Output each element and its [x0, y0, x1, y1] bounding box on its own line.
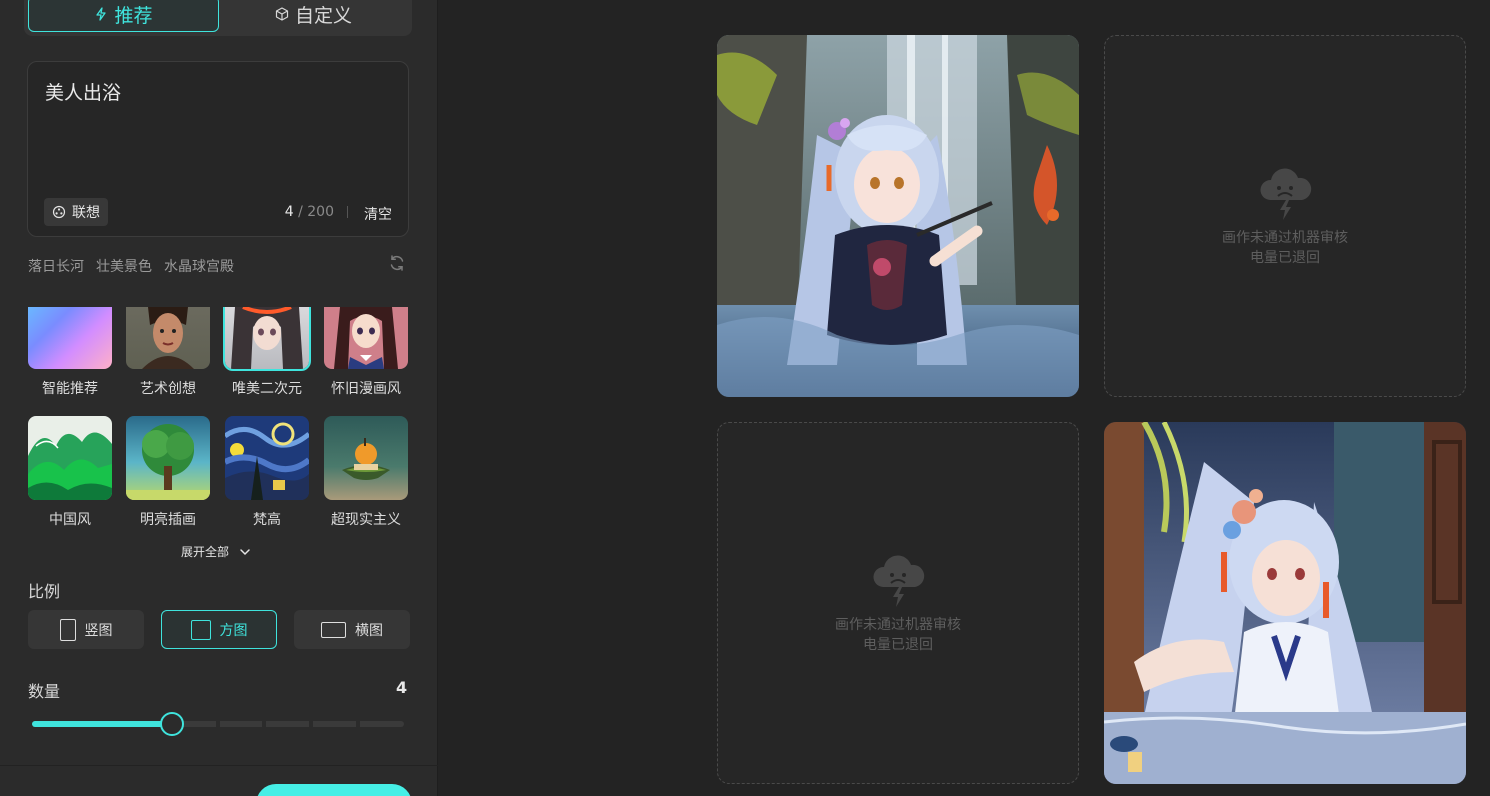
sparkle-icon [52, 205, 66, 219]
style-thumb [324, 307, 408, 369]
char-count-current: 4 [284, 204, 294, 220]
style-thumb [225, 416, 309, 500]
tab-recommend[interactable]: 推荐 [28, 0, 219, 32]
style-label: 超现实主义 [331, 512, 401, 528]
quantity-label: 数量 [28, 682, 61, 701]
fail-message: 画作未通过机器审核 电量已退回 [1222, 228, 1348, 268]
ratio-landscape-label: 横图 [355, 622, 383, 639]
landscape-shape-icon [321, 621, 346, 638]
ratio-options: 竖图 方图 横图 [28, 610, 410, 649]
slider-fill [32, 721, 172, 727]
style-thumb [126, 307, 210, 369]
fail-line-1: 画作未通过机器审核 [1222, 230, 1348, 246]
slider-tick [356, 721, 360, 727]
tab-recommend-label: 推荐 [114, 4, 153, 27]
style-label: 艺术创想 [140, 381, 196, 397]
sad-cloud-icon [1260, 168, 1312, 220]
quantity-value: 4 [396, 678, 408, 697]
fail-line-2: 电量已退回 [1250, 250, 1320, 266]
style-label: 梵高 [253, 512, 281, 528]
associate-label: 联想 [72, 205, 100, 221]
associate-button[interactable]: 联想 [44, 198, 108, 226]
style-thumb [223, 307, 311, 371]
char-counter: 4 / 200 [285, 204, 334, 220]
slider-thumb[interactable] [160, 712, 184, 736]
expand-label: 展开全部 [181, 545, 230, 559]
style-thumb [28, 416, 112, 500]
suggestion-item[interactable]: 壮美景色 [96, 256, 152, 276]
clear-button[interactable]: 清空 [364, 204, 392, 224]
slider-tick [262, 721, 266, 727]
suggestion-item[interactable]: 水晶球宫殿 [164, 256, 234, 276]
style-anime[interactable]: 唯美二次元 [223, 307, 311, 398]
result-failed-card: 画作未通过机器审核 电量已退回 [1104, 35, 1466, 397]
cube-icon [275, 7, 289, 21]
result-image-art [1104, 422, 1466, 784]
ratio-square-button[interactable]: 方图 [161, 610, 277, 649]
style-retro-comic[interactable]: 怀旧漫画风 [324, 307, 408, 398]
result-image-art [717, 35, 1079, 397]
quantity-slider[interactable] [32, 712, 404, 736]
prompt-input[interactable]: 美人出浴 联想 4 / 200 清空 [27, 61, 409, 237]
char-count-sep: / [293, 204, 308, 220]
style-chinese[interactable]: 中国风 [28, 416, 112, 529]
style-label: 中国风 [49, 512, 91, 528]
style-thumb [126, 416, 210, 500]
style-label: 明亮插画 [140, 512, 196, 528]
ratio-square-label: 方图 [219, 622, 248, 639]
ratio-portrait-button[interactable]: 竖图 [28, 610, 144, 649]
square-shape-icon [190, 619, 211, 640]
slider-tick [216, 721, 220, 727]
panel-divider [0, 765, 438, 766]
prompt-text[interactable]: 美人出浴 [45, 78, 121, 105]
result-image[interactable] [717, 35, 1079, 397]
style-smart-recommend[interactable]: 智能推荐 [28, 307, 112, 398]
style-van-gogh[interactable]: 梵高 [225, 416, 309, 529]
sad-cloud-icon [873, 555, 925, 607]
fail-message: 画作未通过机器审核 电量已退回 [835, 615, 961, 655]
tab-custom-label: 自定义 [294, 4, 352, 27]
expand-all-button[interactable]: 展开全部 [181, 543, 251, 560]
prompt-suggestions: 落日长河 壮美景色 水晶球宫殿 [28, 256, 234, 276]
style-thumb [28, 307, 112, 369]
slider-tick [309, 721, 313, 727]
suggestion-item[interactable]: 落日长河 [28, 256, 84, 276]
style-label: 智能推荐 [42, 381, 98, 397]
fail-line-1: 画作未通过机器审核 [835, 617, 961, 633]
portrait-shape-icon [59, 618, 76, 641]
style-art-create[interactable]: 艺术创想 [126, 307, 210, 398]
app-root: 推荐 自定义 美人出浴 联想 4 / 200 清空 落日长河 壮美景色 水晶球宫… [0, 0, 1490, 796]
refresh-icon[interactable] [388, 254, 406, 272]
chevron-down-icon [240, 548, 250, 555]
tab-custom[interactable]: 自定义 [219, 0, 408, 32]
result-failed-card: 画作未通过机器审核 电量已退回 [717, 422, 1079, 784]
counter-divider [347, 206, 348, 218]
style-surrealism[interactable]: 超现实主义 [324, 416, 408, 529]
ratio-landscape-button[interactable]: 横图 [294, 610, 410, 649]
ratio-portrait-label: 竖图 [84, 622, 113, 639]
style-grid: 智能推荐 艺术创想 唯美二次元 怀旧漫画风 中国风 明亮插画 梵高 超现实主义 [28, 307, 409, 532]
style-label: 怀旧漫画风 [331, 381, 401, 397]
lightning-icon [96, 7, 107, 21]
settings-panel: 推荐 自定义 美人出浴 联想 4 / 200 清空 落日长河 壮美景色 水晶球宫… [0, 0, 438, 796]
mode-tabs: 推荐 自定义 [24, 0, 412, 36]
style-bright-illustration[interactable]: 明亮插画 [126, 416, 210, 529]
ratio-label: 比例 [28, 582, 61, 601]
style-thumb [324, 416, 408, 500]
result-image[interactable] [1104, 422, 1466, 784]
generate-button[interactable] [256, 784, 412, 796]
char-count-max: 200 [307, 204, 334, 220]
fail-line-2: 电量已退回 [863, 637, 933, 653]
style-label: 唯美二次元 [232, 381, 302, 397]
